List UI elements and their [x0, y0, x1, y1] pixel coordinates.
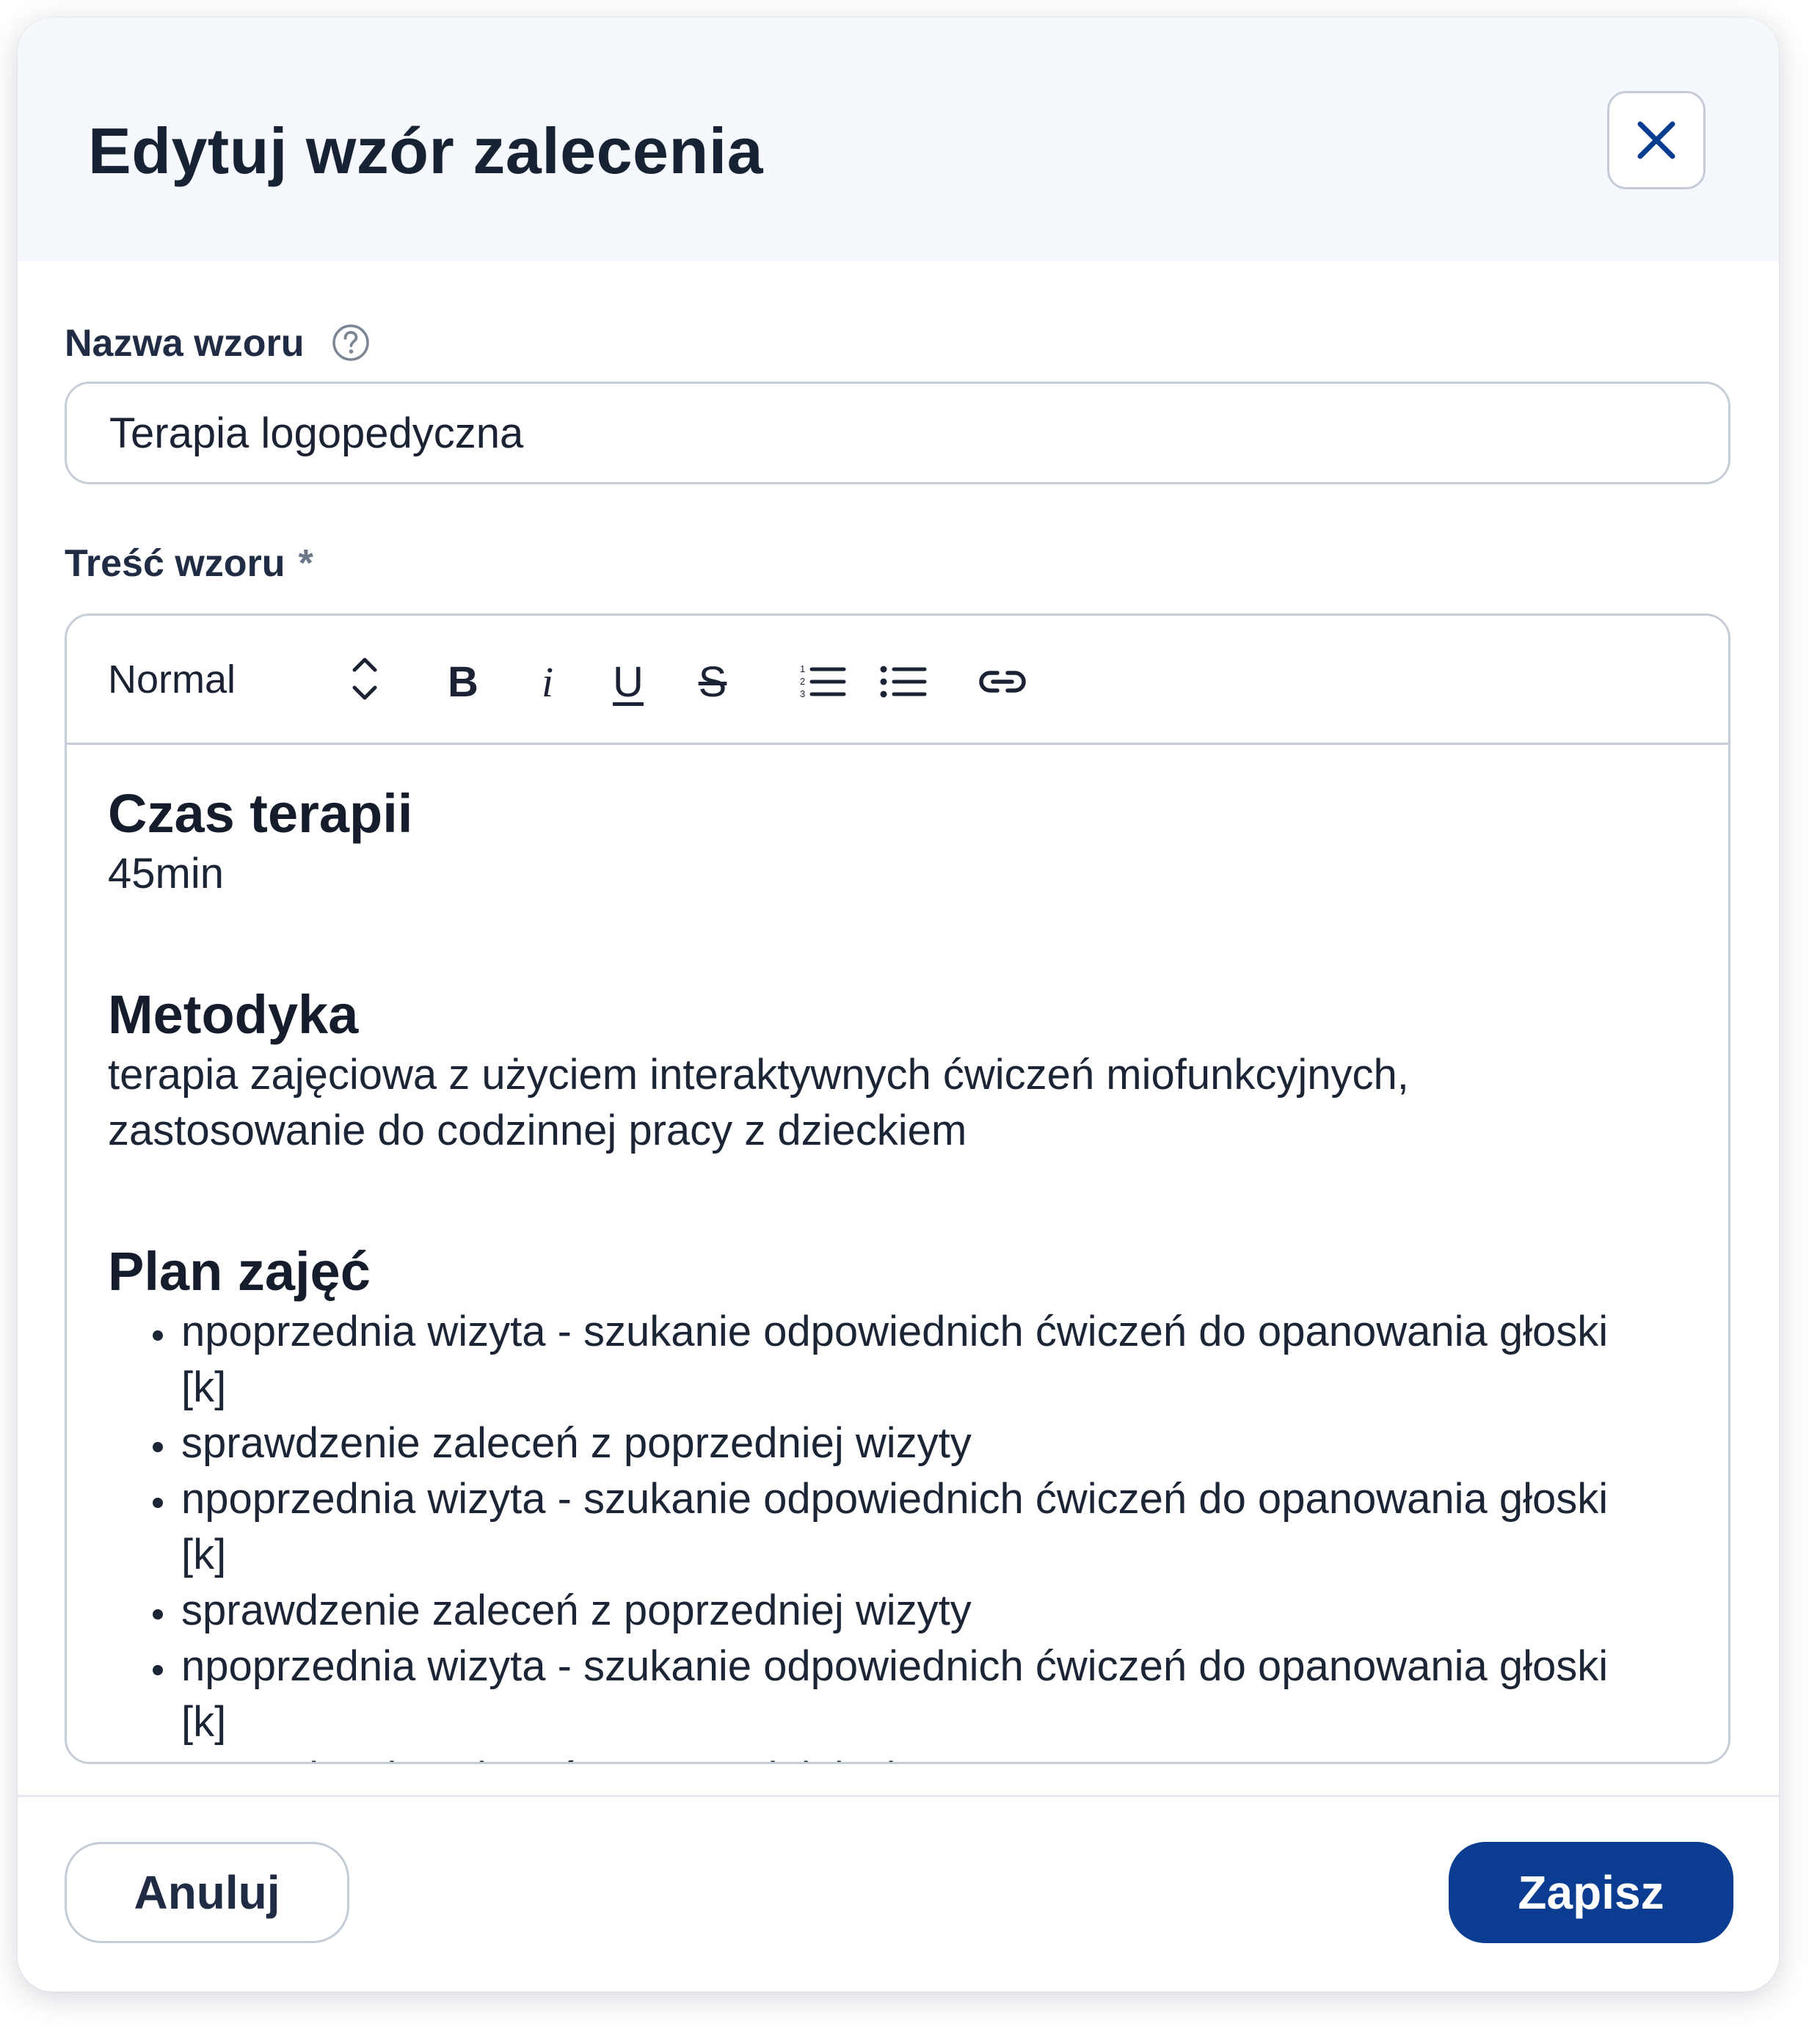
italic-button[interactable]: i: [518, 652, 577, 711]
bold-label: B: [448, 657, 478, 706]
list-item: npoprzednia wizyta - szukanie odpowiedni…: [178, 1304, 1662, 1416]
dialog-title: Edytuj wzór zalecenia: [88, 114, 764, 187]
save-button-label: Zapisz: [1518, 1866, 1664, 1919]
italic-label: i: [541, 657, 554, 706]
methodology-text: terapia zajęciowa z użyciem interaktywny…: [108, 1051, 1409, 1154]
ordered-list-icon: 1 2 3: [800, 663, 846, 699]
list-item: sprawdzenie zaleceń z poprzedniej wizyty: [178, 1416, 1662, 1471]
template-name-label: Nazwa wzoru: [65, 322, 305, 365]
template-content-label-row: Treść wzoru *: [65, 542, 313, 586]
editor-toolbar: Normal B i U S 1 2 3: [67, 616, 1728, 745]
save-button[interactable]: Zapisz: [1449, 1842, 1733, 1943]
underline-label: U: [613, 657, 644, 706]
list-item: sprawdzenie zaleceń z poprzedniej wizyty: [178, 1750, 1662, 1762]
bullet-list-icon: [880, 666, 927, 698]
bullet-list-button[interactable]: [870, 652, 936, 711]
section-heading-methodology: Metodyka: [108, 984, 359, 1045]
list-item: npoprzednia wizyta - szukanie odpowiedni…: [178, 1639, 1662, 1750]
text-format-value: Normal: [108, 657, 236, 702]
underline-button[interactable]: U: [595, 652, 661, 711]
strikethrough-label: S: [698, 657, 727, 706]
edit-template-dialog: Edytuj wzór zalecenia Nazwa wzoru Treść …: [18, 18, 1779, 1992]
dialog-header: Edytuj wzór zalecenia: [18, 18, 1779, 261]
ordered-list-button[interactable]: 1 2 3: [790, 652, 856, 711]
close-button[interactable]: [1607, 91, 1706, 189]
section-heading-therapy-time: Czas terapii: [108, 783, 413, 844]
svg-text:2: 2: [800, 676, 805, 687]
svg-text:1: 1: [800, 663, 805, 674]
bold-button[interactable]: B: [434, 652, 492, 711]
template-name-input[interactable]: [65, 382, 1730, 484]
svg-text:3: 3: [800, 688, 805, 699]
lesson-plan-list: npoprzednia wizyta - szukanie odpowiedni…: [108, 1304, 1662, 1762]
footer-divider: [18, 1795, 1779, 1797]
rich-text-editor[interactable]: Normal B i U S 1 2 3 Czas terapii 45min …: [65, 613, 1730, 1764]
question-circle-icon[interactable]: [331, 323, 371, 363]
cancel-button-label: Anuluj: [134, 1866, 280, 1919]
link-button[interactable]: [966, 652, 1039, 711]
list-item: sprawdzenie zaleceń z poprzedniej wizyty: [178, 1583, 1662, 1639]
template-content-label: Treść wzoru: [65, 542, 285, 585]
template-name-label-row: Nazwa wzoru: [65, 321, 371, 365]
editor-content[interactable]: Czas terapii 45min Metodyka terapia zaję…: [108, 782, 1662, 1762]
cancel-button[interactable]: Anuluj: [65, 1842, 349, 1943]
therapy-time-text: 45min: [108, 850, 224, 897]
list-item: npoprzednia wizyta - szukanie odpowiedni…: [178, 1471, 1662, 1583]
strikethrough-button[interactable]: S: [676, 652, 749, 711]
section-heading-lesson-plan: Plan zajęć: [108, 1241, 371, 1302]
chevron-updown-icon: [352, 657, 377, 700]
link-icon: [979, 671, 1026, 693]
required-marker: *: [298, 542, 313, 585]
close-icon: [1637, 121, 1675, 159]
text-format-select[interactable]: Normal: [108, 648, 387, 711]
